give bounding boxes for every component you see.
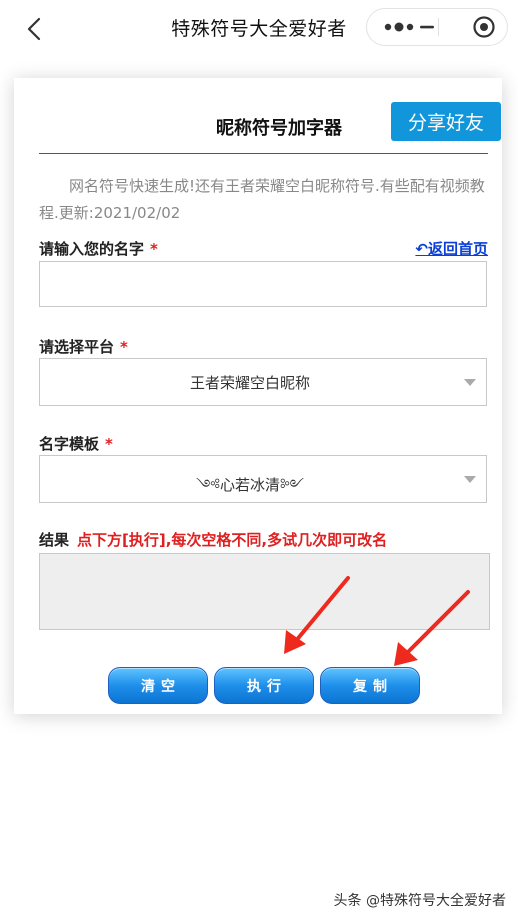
platform-field-label: 请选择平台 * bbox=[39, 338, 128, 356]
template-select[interactable]: ༺心若冰清༻ bbox=[39, 455, 487, 503]
miniprogram-capsule bbox=[366, 8, 508, 46]
red-arrow-icon bbox=[394, 590, 470, 666]
template-selected-value: ༺心若冰清༻ bbox=[195, 476, 304, 494]
top-navigation-bar: 特殊符号大全爱好者 bbox=[0, 0, 518, 56]
source-watermark: 头条 @特殊符号大全爱好者 bbox=[333, 893, 506, 909]
required-mark: * bbox=[120, 338, 128, 356]
required-mark: * bbox=[105, 435, 113, 453]
template-field-label: 名字模板 * bbox=[39, 435, 113, 453]
name-input[interactable] bbox=[39, 261, 487, 307]
platform-select[interactable]: 王者荣耀空白昵称 bbox=[39, 358, 487, 406]
dropdown-arrow-icon bbox=[464, 476, 476, 483]
result-label: 结果 点下方[执行],每次空格不同,多试几次即可改名 bbox=[39, 531, 388, 549]
execute-button[interactable]: 执行 bbox=[214, 667, 314, 704]
dropdown-arrow-icon bbox=[464, 379, 476, 386]
required-mark: * bbox=[150, 240, 158, 258]
share-friends-button[interactable]: 分享好友 bbox=[391, 102, 501, 141]
name-field-label: 请输入您的名字 * bbox=[39, 240, 158, 258]
close-target-icon bbox=[473, 16, 495, 38]
copy-button[interactable]: 复制 bbox=[320, 667, 420, 704]
clear-button[interactable]: 清空 bbox=[108, 667, 208, 704]
result-hint: 点下方[执行],每次空格不同,多试几次即可改名 bbox=[77, 531, 388, 549]
platform-selected-value: 王者荣耀空白昵称 bbox=[189, 374, 310, 392]
return-home-link[interactable]: ↶返回首页 bbox=[415, 238, 488, 259]
close-miniprogram-button[interactable] bbox=[437, 9, 507, 45]
title-divider bbox=[39, 153, 488, 154]
generator-card: 昵称符号加字器 分享好友 网名符号快速生成!还有王者荣耀空白昵称符号.有些配有视… bbox=[14, 78, 502, 714]
more-dots-icon bbox=[384, 22, 434, 32]
intro-text: 网名符号快速生成!还有王者荣耀空白昵称符号.有些配有视频教程.更新:2021/0… bbox=[39, 177, 485, 222]
more-options-button[interactable] bbox=[367, 9, 437, 45]
red-arrow-icon bbox=[284, 576, 350, 654]
